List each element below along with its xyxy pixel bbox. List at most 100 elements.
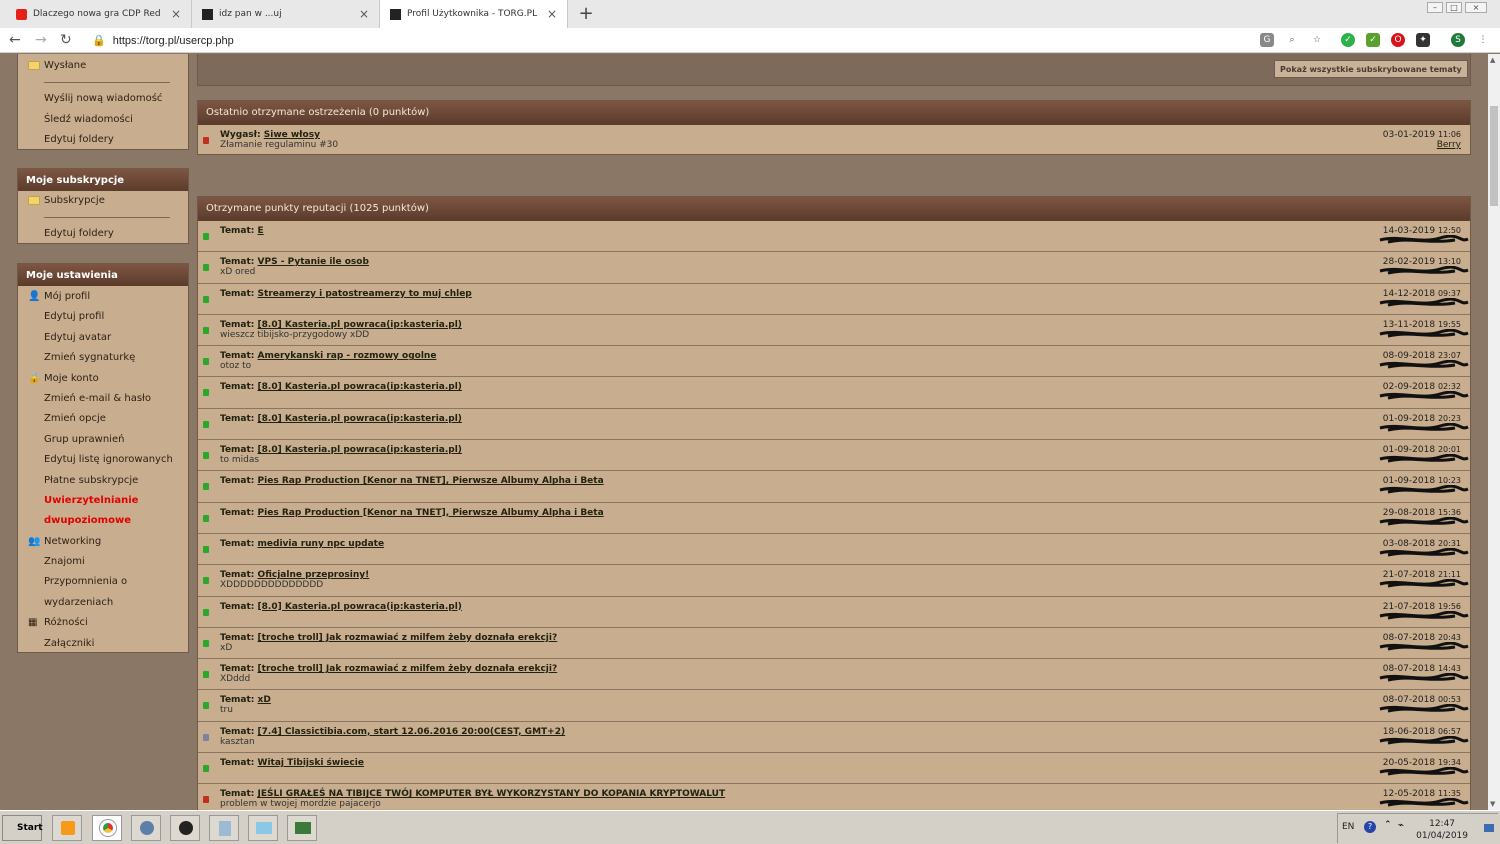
thread-link[interactable]: [troche troll] Jak rozmawiać z milfem że… bbox=[258, 664, 558, 674]
profile-avatar[interactable]: S bbox=[1451, 33, 1465, 47]
back-icon[interactable]: ← bbox=[9, 32, 21, 48]
sidebar-item-two-factor[interactable]: Uwierzytelnianie bbox=[18, 491, 188, 511]
close-window-button[interactable]: × bbox=[1465, 2, 1487, 13]
show-all-subscriptions-button[interactable]: Pokaż wszystkie subskrybowane tematy bbox=[1274, 60, 1468, 78]
sidebar-item-edit-folders[interactable]: Edytuj foldery bbox=[18, 224, 188, 244]
sidebar-item-paid-subscriptions[interactable]: Płatne subskrypcje bbox=[18, 471, 188, 491]
calculator-icon[interactable] bbox=[209, 815, 239, 841]
sidebar-item-attachments[interactable]: Załączniki bbox=[18, 634, 188, 654]
thread-link[interactable]: [8.0] Kasteria.pl powraca(ip:kasteria.pl… bbox=[258, 320, 462, 330]
thread-link[interactable]: medivia runy npc update bbox=[258, 539, 385, 549]
show-desktop-icon[interactable] bbox=[1484, 824, 1494, 832]
thread-link[interactable]: E bbox=[258, 226, 264, 236]
menu-icon[interactable]: ⋮ bbox=[1476, 33, 1490, 47]
thread-link[interactable]: [8.0] Kasteria.pl powraca(ip:kasteria.pl… bbox=[258, 445, 462, 455]
scroll-down-icon[interactable]: ▼ bbox=[1490, 800, 1495, 808]
sidebar-item-ignore-list[interactable]: Edytuj listę ignorowanych bbox=[18, 450, 188, 470]
sidebar-item-label: Załączniki bbox=[44, 637, 95, 649]
thread-link[interactable]: [8.0] Kasteria.pl powraca(ip:kasteria.pl… bbox=[258, 414, 462, 424]
restore-button[interactable]: □ bbox=[1446, 2, 1462, 13]
help-icon[interactable]: ? bbox=[1364, 821, 1376, 833]
sidebar-item-my-account[interactable]: 🔒 Moje konto bbox=[18, 369, 188, 389]
sidebar-item-permission-groups[interactable]: Grup uprawnień bbox=[18, 430, 188, 450]
tray-arrow-icon[interactable]: ⌃ bbox=[1384, 820, 1392, 830]
new-tab-button[interactable]: + bbox=[576, 3, 596, 24]
sidebar-item-track-messages[interactable]: Śledź wiadomości bbox=[18, 110, 188, 130]
thread-link[interactable]: [8.0] Kasteria.pl powraca(ip:kasteria.pl… bbox=[258, 602, 462, 612]
zoom-icon[interactable]: ⌕ bbox=[1285, 33, 1299, 47]
sidebar-item-edit-signature[interactable]: Zmień sygnaturkę bbox=[18, 348, 188, 368]
thread-link[interactable]: Streamerzy i patostreamerzy to muj chlep bbox=[258, 289, 472, 299]
thread-link[interactable]: Pies Rap Production [Kenor na TNET], Pie… bbox=[258, 508, 604, 518]
sidebar-item-label: Edytuj listę ignorowanych bbox=[44, 454, 173, 466]
extension-check-icon[interactable]: ✓ bbox=[1341, 33, 1355, 47]
tab-second[interactable]: idz pan w ...uj × bbox=[192, 0, 380, 28]
reputation-title: Temat: Oficjalne przeprosiny! bbox=[220, 570, 369, 580]
extension-icon[interactable]: ✦ bbox=[1416, 33, 1430, 47]
translate-icon[interactable]: G bbox=[1260, 33, 1274, 47]
close-tab-icon[interactable]: × bbox=[547, 7, 557, 21]
thread-link[interactable]: Pies Rap Production [Kenor na TNET], Pie… bbox=[258, 476, 604, 486]
sidebar-item-two-factor-cont[interactable]: dwupoziomowe bbox=[18, 511, 188, 531]
lock-icon: 🔒 bbox=[92, 35, 106, 47]
forward-icon[interactable]: → bbox=[35, 32, 47, 48]
media-player-icon[interactable] bbox=[52, 815, 82, 841]
url-field[interactable]: 🔒 https://torg.pl/usercp.php bbox=[92, 34, 234, 47]
reputation-prefix: Temat: bbox=[220, 382, 255, 393]
thread-link[interactable]: xD bbox=[258, 695, 271, 705]
language-indicator[interactable]: EN bbox=[1342, 822, 1354, 832]
chrome-icon[interactable] bbox=[92, 815, 122, 841]
sidebar-item-my-profile[interactable]: 👤 Mój profil bbox=[18, 287, 188, 307]
reputation-row: Temat: Streamerzy i patostreamerzy to mu… bbox=[198, 284, 1470, 315]
gadu-icon[interactable] bbox=[170, 815, 200, 841]
thread-link[interactable]: [8.0] Kasteria.pl powraca(ip:kasteria.pl… bbox=[258, 382, 462, 392]
tibia-icon[interactable] bbox=[287, 815, 317, 841]
sidebar-item-sent[interactable]: Wysłane bbox=[18, 56, 188, 76]
extension-list-icon[interactable]: ✓ bbox=[1366, 33, 1380, 47]
network-icon[interactable]: ⌁ bbox=[1398, 820, 1404, 831]
sidebar-item-change-options[interactable]: Zmień opcje bbox=[18, 409, 188, 429]
scroll-up-icon[interactable]: ▲ bbox=[1490, 56, 1495, 64]
close-tab-icon[interactable]: × bbox=[359, 7, 369, 21]
start-button[interactable]: Start bbox=[2, 815, 43, 841]
reload-icon[interactable]: ↻ bbox=[60, 32, 72, 48]
thread-link[interactable]: Oficjalne przeprosiny! bbox=[258, 570, 370, 580]
reputation-prefix: Temat: bbox=[220, 664, 255, 675]
tab-active[interactable]: Profil Użytkownika - TORG.PL × bbox=[380, 0, 568, 28]
sidebar-item-reminders[interactable]: Przypomnienia o bbox=[18, 572, 188, 592]
sidebar-item-edit-avatar[interactable]: Edytuj avatar bbox=[18, 328, 188, 348]
thread-link[interactable]: [troche troll] Jak rozmawiać z milfem że… bbox=[258, 633, 558, 643]
sidebar-item-label: Znajomi bbox=[44, 556, 85, 568]
sidebar-item-label: Networking bbox=[44, 535, 102, 547]
teamspeak-icon[interactable] bbox=[131, 815, 161, 841]
warning-prefix: Wygasł: bbox=[220, 130, 261, 140]
sidebar-item-subscriptions[interactable]: Subskrypcje bbox=[18, 191, 188, 211]
sidebar-item-edit-profile[interactable]: Edytuj profil bbox=[18, 307, 188, 327]
reputation-row: Temat: Oficjalne przeprosiny! XDDDDDDDDDD… bbox=[198, 565, 1470, 597]
sidebar-item-new-message[interactable]: Wyślij nową wiadomość bbox=[18, 89, 188, 109]
scrollbar-thumb[interactable] bbox=[1490, 106, 1498, 206]
sidebar-item-reminders-cont[interactable]: wydarzeniach bbox=[18, 593, 188, 613]
sidebar-item-friends[interactable]: Znajomi bbox=[18, 552, 188, 572]
thread-link[interactable]: JEŚLI GRAŁEŚ NA TIBIJCE TWÓJ KOMPUTER BY… bbox=[258, 789, 726, 799]
clock[interactable]: 12:47 01/04/2019 bbox=[1416, 818, 1468, 842]
warning-link[interactable]: Siwe włosy bbox=[264, 130, 320, 140]
minimize-button[interactable]: – bbox=[1427, 2, 1443, 13]
sidebar-item-edit-folders[interactable]: Edytuj foldery bbox=[18, 130, 188, 150]
thread-link[interactable]: VPS - Pytanie ile osob bbox=[258, 257, 369, 267]
thread-link[interactable]: [7.4] Classictibia.com, start 12.06.2016… bbox=[258, 727, 566, 737]
sidebar-item-misc[interactable]: ▦ Różności bbox=[18, 613, 188, 633]
close-tab-icon[interactable]: × bbox=[171, 7, 181, 21]
tab-youtube[interactable]: Dlaczego nowa gra CDP Red nie jest × bbox=[6, 0, 192, 28]
sidebar-item-label: Przypomnienia o bbox=[44, 576, 128, 588]
sidebar-item-label: Uwierzytelnianie bbox=[44, 494, 139, 506]
thread-link[interactable]: Amerykanski rap - rozmowy ogolne bbox=[258, 351, 437, 361]
sidebar-item-networking[interactable]: 👥 Networking bbox=[18, 532, 188, 552]
warning-author-link[interactable]: Berry bbox=[1437, 140, 1461, 150]
thread-link[interactable]: Witaj Tibijski świecie bbox=[258, 758, 364, 768]
vertical-scrollbar[interactable]: ▲ ▼ bbox=[1488, 54, 1500, 810]
opera-icon[interactable]: O bbox=[1391, 33, 1405, 47]
sidebar-item-change-email[interactable]: Zmień e-mail & hasło bbox=[18, 389, 188, 409]
window-icon[interactable] bbox=[248, 815, 278, 841]
star-icon[interactable]: ☆ bbox=[1310, 33, 1324, 47]
